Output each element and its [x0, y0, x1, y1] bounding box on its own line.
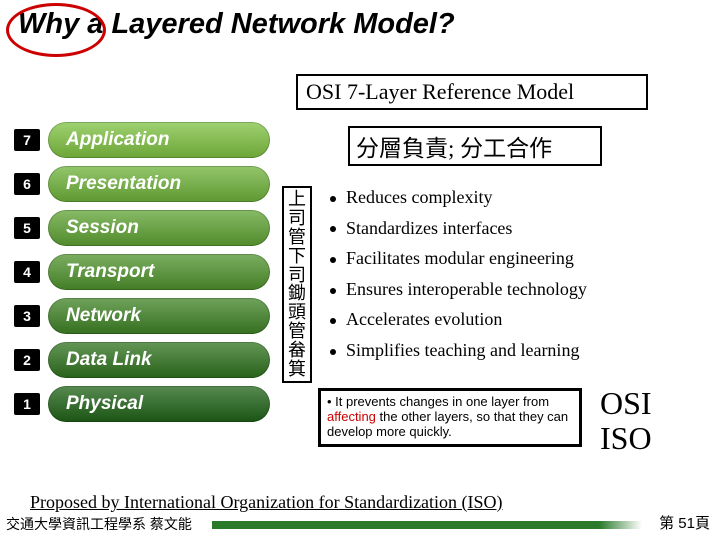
layer-pill: Network	[48, 298, 270, 334]
layer-pill: Presentation	[48, 166, 270, 202]
layer-number: 7	[14, 129, 40, 151]
benefit-item: Simplifies teaching and learning	[330, 335, 587, 366]
subtitle-box: OSI 7-Layer Reference Model	[296, 74, 648, 110]
layer-number: 2	[14, 349, 40, 371]
benefit-text: Ensures interoperable technology	[346, 279, 587, 299]
bullet-icon	[330, 349, 336, 355]
layer-pill: Session	[48, 210, 270, 246]
note-affecting: affecting	[327, 409, 376, 424]
layer-row: 4 Transport	[14, 254, 270, 290]
benefit-text: Simplifies teaching and learning	[346, 340, 579, 360]
cn-vertical-char: 司	[284, 266, 310, 285]
footer-page: 第 51頁	[659, 512, 710, 533]
osi-layer-stack: 7 Application 6 Presentation 5 Session 4 Transp…	[14, 122, 270, 430]
cn-vertical-box: 上司管下司鋤頭管畚箕	[282, 186, 312, 383]
title-highlight-circle	[6, 3, 106, 57]
layer-pill: Transport	[48, 254, 270, 290]
cn-vertical-char: 箕	[284, 360, 310, 379]
benefit-item: Standardizes interfaces	[330, 213, 587, 244]
osi-iso-block: OSI ISO	[600, 386, 652, 456]
cn-vertical-char: 頭	[284, 303, 310, 322]
benefit-text: Reduces complexity	[346, 187, 492, 207]
layer-row: 2 Data Link	[14, 342, 270, 378]
footer-proposed: Proposed by International Organization f…	[30, 492, 503, 513]
benefit-item: Reduces complexity	[330, 182, 587, 213]
bullet-icon	[330, 257, 336, 263]
cn-vertical-char: 管	[284, 228, 310, 247]
layer-row: 1 Physical	[14, 386, 270, 422]
layer-row: 3 Network	[14, 298, 270, 334]
layer-row: 6 Presentation	[14, 166, 270, 202]
iso-text: ISO	[600, 421, 652, 456]
cn-vertical-char: 司	[284, 209, 310, 228]
benefit-text: Facilitates modular engineering	[346, 248, 574, 268]
layer-number: 5	[14, 217, 40, 239]
benefit-item: Accelerates evolution	[330, 304, 587, 335]
osi-text: OSI	[600, 386, 652, 421]
cn-heading-box: 分層負責; 分工合作	[348, 126, 602, 166]
bullet-icon	[330, 318, 336, 324]
layer-number: 1	[14, 393, 40, 415]
benefit-text: Accelerates evolution	[346, 309, 502, 329]
slide: Why a Layered Network Model? OSI 7-Layer…	[0, 0, 720, 540]
layer-pill: Data Link	[48, 342, 270, 378]
bullet-icon	[330, 226, 336, 232]
layer-pill: Application	[48, 122, 270, 158]
cn-vertical-char: 下	[284, 247, 310, 266]
layer-row: 5 Session	[14, 210, 270, 246]
bullet-icon	[330, 196, 336, 202]
note-box: • It prevents changes in one layer from …	[318, 388, 582, 447]
layer-row: 7 Application	[14, 122, 270, 158]
cn-vertical-char: 上	[284, 190, 310, 209]
benefit-item: Facilitates modular engineering	[330, 243, 587, 274]
layer-number: 3	[14, 305, 40, 327]
note-prefix: • It prevents changes in one layer from	[327, 394, 549, 409]
cn-vertical-char: 畚	[284, 341, 310, 360]
cn-vertical-char: 管	[284, 322, 310, 341]
benefit-item: Ensures interoperable technology	[330, 274, 587, 305]
benefits-list: Reduces complexity Standardizes interface…	[330, 182, 587, 366]
footer-bar	[212, 521, 642, 529]
layer-number: 6	[14, 173, 40, 195]
layer-number: 4	[14, 261, 40, 283]
bullet-icon	[330, 288, 336, 294]
cn-vertical-char: 鋤	[284, 284, 310, 303]
benefit-text: Standardizes interfaces	[346, 218, 512, 238]
layer-pill: Physical	[48, 386, 270, 422]
footer-author: 交通大學資訊工程學系 蔡文能	[6, 514, 192, 534]
